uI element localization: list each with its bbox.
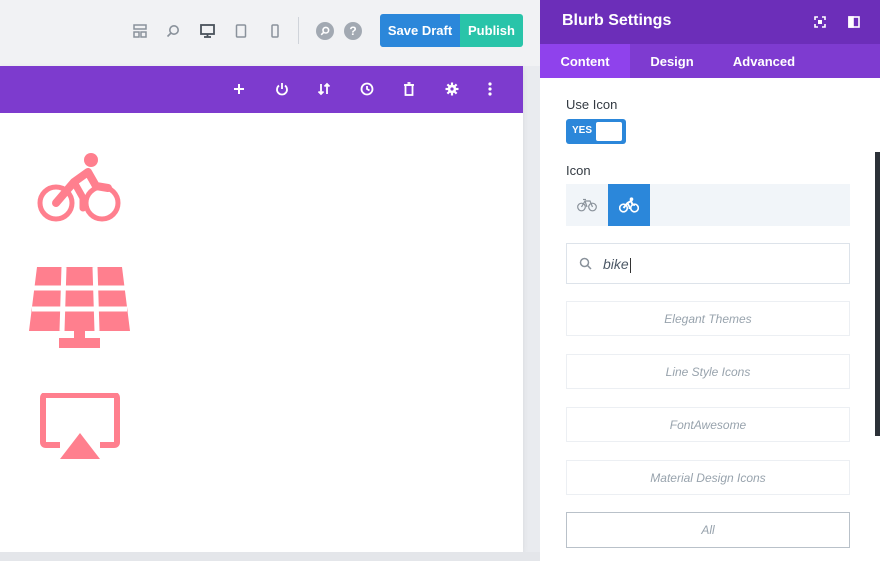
icon-picker [566,184,850,226]
panel-title: Blurb Settings [562,12,672,29]
tablet-icon[interactable] [232,22,250,40]
airplay-icon[interactable] [40,392,120,461]
power-icon[interactable] [273,80,291,98]
panel-header: Blurb Settings [540,0,880,44]
toggle-label: YES [572,125,593,136]
tab-design[interactable]: Design [630,44,714,78]
tab-advanced[interactable]: Advanced [714,44,814,78]
sidebar-toggle-icon[interactable] [845,13,863,31]
filter-material-design-icons[interactable]: Material Design Icons [566,460,850,495]
filter-fontawesome[interactable]: FontAwesome [566,407,850,442]
trash-icon[interactable] [400,80,418,98]
canvas-bottom-edge [0,552,540,561]
add-icon[interactable] [230,80,248,98]
help-icon[interactable]: ? [344,22,362,40]
filter-line-style-icons[interactable]: Line Style Icons [566,354,850,389]
row-settings-bar [0,66,523,113]
search-circle-icon[interactable] [316,22,334,40]
toolbar-divider [298,17,299,44]
use-icon-toggle[interactable]: YES [566,119,626,144]
page-canvas [0,66,523,552]
builder-toolbar: ? Save Draft Publish [0,0,540,66]
history-icon[interactable] [358,80,376,98]
bicycle-rider-icon[interactable] [608,184,650,226]
bicycle-icon[interactable] [36,150,122,226]
filter-all[interactable]: All [566,512,850,548]
search-value: bike [603,256,631,273]
publish-button[interactable]: Publish [460,14,523,47]
panel-tabs: Content Design Advanced [540,44,880,78]
sort-icon[interactable] [315,80,333,98]
solar-panel-icon[interactable] [27,265,132,349]
use-icon-label: Use Icon [566,97,618,112]
more-icon[interactable] [481,80,499,98]
panel-scrollbar[interactable] [875,152,880,436]
gear-icon[interactable] [443,80,461,98]
zoom-icon[interactable] [164,22,182,40]
tab-content[interactable]: Content [540,44,630,78]
wireframe-icon[interactable] [131,22,149,40]
settings-panel: Blurb Settings Content Design Advanced U… [540,0,880,561]
bicycle-outline-icon[interactable] [566,184,608,226]
icon-search-input[interactable]: bike [566,243,850,284]
phone-icon[interactable] [266,22,284,40]
icon-label: Icon [566,163,591,178]
toggle-knob [596,122,622,141]
desktop-icon[interactable] [198,22,216,40]
search-icon [579,257,592,270]
filter-elegant-themes[interactable]: Elegant Themes [566,301,850,336]
expand-icon[interactable] [811,13,829,31]
save-draft-button[interactable]: Save Draft [380,14,460,47]
